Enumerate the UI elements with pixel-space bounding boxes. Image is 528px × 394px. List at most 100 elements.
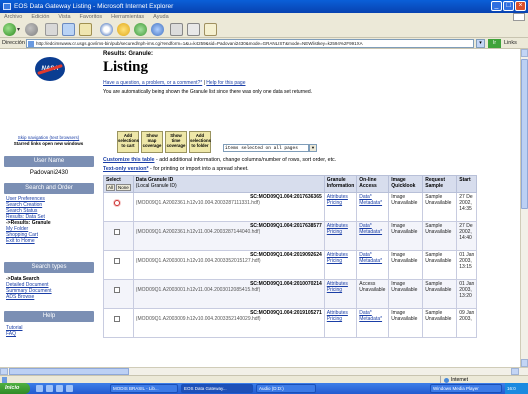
maximize-button[interactable]: □ (503, 1, 514, 11)
table-row: SC:MOD09Q1.004:2019092624 (MOD09Q1.A20030… (103, 250, 478, 280)
stop-icon[interactable] (45, 23, 58, 36)
row-select-checkbox[interactable] (114, 200, 120, 206)
sample-cell: Sample Unavailable (422, 250, 458, 280)
row-select-checkbox[interactable] (114, 258, 120, 264)
back-dropdown-icon[interactable]: ▾ (17, 26, 20, 33)
local-granule-id: (MOD09Q1.A2002361.h12v10.004.20032871113… (135, 200, 260, 206)
menu-herramientas[interactable]: Herramientas (111, 13, 144, 21)
add-to-folder-button[interactable]: Add selections to folder (189, 131, 211, 153)
pricing-link[interactable]: Pricing (327, 287, 354, 293)
select-cell (103, 192, 134, 222)
start-button[interactable]: Inicio (0, 383, 30, 394)
local-granule-id: (MOD09Q1.A2002361.h12v11.004.20032871440… (135, 229, 261, 235)
metadata-link[interactable]: Metadata* (359, 229, 386, 235)
search-icon[interactable] (100, 23, 113, 36)
metadata-link[interactable]: Metadata* (359, 200, 386, 206)
granule-info-cell: Attributes Pricing (323, 250, 358, 280)
customize-table-link[interactable]: Customize this table (103, 157, 155, 163)
ie-icon (3, 3, 11, 10)
address-dropdown-icon[interactable]: ▾ (476, 39, 485, 48)
pricing-link[interactable]: Pricing (327, 229, 354, 235)
task-modis-brasil[interactable]: MODIS BRASIL - Lib... (110, 384, 178, 393)
quicklaunch-ie-icon[interactable] (36, 385, 43, 392)
menu-ayuda[interactable]: Ayuda (153, 13, 169, 21)
page-viewport: NASA Skip navigation (text browsers) Sta… (0, 49, 520, 367)
start-date-time: 14:40 (459, 235, 472, 241)
nav-faq[interactable]: FAQ (6, 331, 94, 337)
quicklaunch-desktop-icon[interactable] (46, 385, 53, 392)
metadata-link[interactable]: Metadata* (359, 316, 386, 322)
scroll-up-icon[interactable] (521, 49, 528, 57)
task-audio[interactable]: Audio (D:D:) (256, 384, 316, 393)
online-access-cell: Data* Metadata* (356, 192, 390, 222)
menu-favoritos[interactable]: Favoritos (80, 13, 103, 21)
pricing-link[interactable]: Pricing (327, 258, 354, 264)
nasa-logo[interactable]: NASA (35, 57, 65, 81)
links-button[interactable]: Links (504, 39, 517, 48)
chevron-down-icon[interactable]: ▼ (309, 144, 317, 152)
show-map-coverage-button[interactable]: Show map coverage (141, 131, 163, 153)
local-granule-id: (MOD09Q1.A2003001.h12v10.004.20033520151… (135, 258, 261, 264)
quicklook-status: Unavailable (391, 316, 418, 322)
text-only-link[interactable]: Text-only version* (103, 166, 149, 172)
scroll-right-icon[interactable] (511, 368, 519, 375)
print-icon[interactable] (187, 23, 200, 36)
row-select-checkbox[interactable] (114, 229, 120, 235)
row-select-checkbox[interactable] (114, 316, 120, 322)
local-granule-id: (MOD09Q1.A2003009.h12v10.004.20033521400… (135, 316, 261, 322)
task-media-player[interactable]: Windows Media Player (430, 384, 502, 393)
history-icon[interactable] (151, 23, 164, 36)
taskbar: Inicio MODIS BRASIL - Lib... EOS Data Ga… (0, 383, 528, 394)
horizontal-scroll-thumb[interactable] (9, 368, 129, 375)
row-select-checkbox[interactable] (114, 287, 120, 293)
horizontal-scrollbar[interactable] (0, 367, 528, 375)
refresh-icon[interactable] (62, 23, 75, 36)
go-button[interactable]: Ir (488, 39, 501, 48)
show-time-coverage-button[interactable]: Show time coverage (165, 131, 187, 153)
sample-status: Unavailable (425, 316, 452, 322)
window-title-bar: EOS Data Gateway Listing - Microsoft Int… (0, 0, 528, 13)
nav-ads-browse[interactable]: ADS Browse (6, 294, 94, 300)
scroll-down-icon[interactable] (521, 359, 528, 367)
menu-vista[interactable]: Vista (58, 13, 70, 21)
scroll-left-icon[interactable] (0, 368, 8, 375)
granule-id-cell: SC:MOD09Q1.004:2010070214 (MOD09Q1.A20030… (132, 279, 325, 309)
forward-icon[interactable] (25, 23, 38, 36)
granule-id-cell: SC:MOD09Q1.004:2017638577 (MOD09Q1.A20023… (132, 221, 325, 251)
favorites-icon[interactable] (117, 23, 130, 36)
quicklaunch-media-icon[interactable] (56, 385, 63, 392)
pricing-link[interactable]: Pricing (327, 200, 354, 206)
quicklook-cell: Image Unavailable (388, 279, 424, 309)
select-none-button[interactable]: None (116, 184, 131, 191)
close-button[interactable]: × (515, 1, 526, 11)
mail-icon[interactable] (170, 23, 183, 36)
edit-icon[interactable] (204, 23, 217, 36)
vertical-scroll-thumb[interactable] (521, 59, 528, 209)
customize-line: Customize this table - add additional in… (103, 157, 336, 163)
skip-navigation-link[interactable]: Skip navigation (text browsers) (2, 135, 95, 140)
menu-edicion[interactable]: Edición (31, 13, 49, 21)
pricing-link[interactable]: Pricing (327, 316, 354, 322)
selection-scope-select[interactable]: items selected on all pages (223, 144, 309, 152)
task-eos-data-gateway[interactable]: EOS Data Gateway... (181, 384, 253, 393)
metadata-link: Unavailable (359, 287, 386, 293)
sample-status: Unavailable (425, 258, 452, 264)
home-icon[interactable] (79, 23, 92, 36)
quicklaunch-folder-icon[interactable] (66, 385, 73, 392)
question-link[interactable]: Have a question, a problem, or a comment… (103, 80, 202, 86)
add-to-cart-button[interactable]: Add selections to cart (117, 131, 139, 153)
breadcrumb: Results: Granule: (103, 51, 154, 57)
minimize-button[interactable]: _ (491, 1, 502, 11)
address-input[interactable]: http://edcimswww.cr.usgs.gov/ims-bin/pub… (26, 39, 474, 48)
menu-archivo[interactable]: Archivo (4, 13, 22, 21)
back-icon[interactable] (3, 23, 16, 36)
window-controls: _ □ × (491, 1, 526, 11)
nav-exit-to-home[interactable]: Exit to Home (6, 238, 94, 244)
start-cell: 27 De 2002, 14:40 (456, 221, 478, 251)
help-page-link[interactable]: Help for this page (206, 80, 245, 86)
media-icon[interactable] (134, 23, 147, 36)
select-all-button[interactable]: All (106, 184, 116, 191)
help-line: Have a question, a problem, or a comment… (103, 80, 246, 86)
vertical-scrollbar[interactable] (520, 49, 528, 367)
metadata-link[interactable]: Metadata* (359, 258, 386, 264)
